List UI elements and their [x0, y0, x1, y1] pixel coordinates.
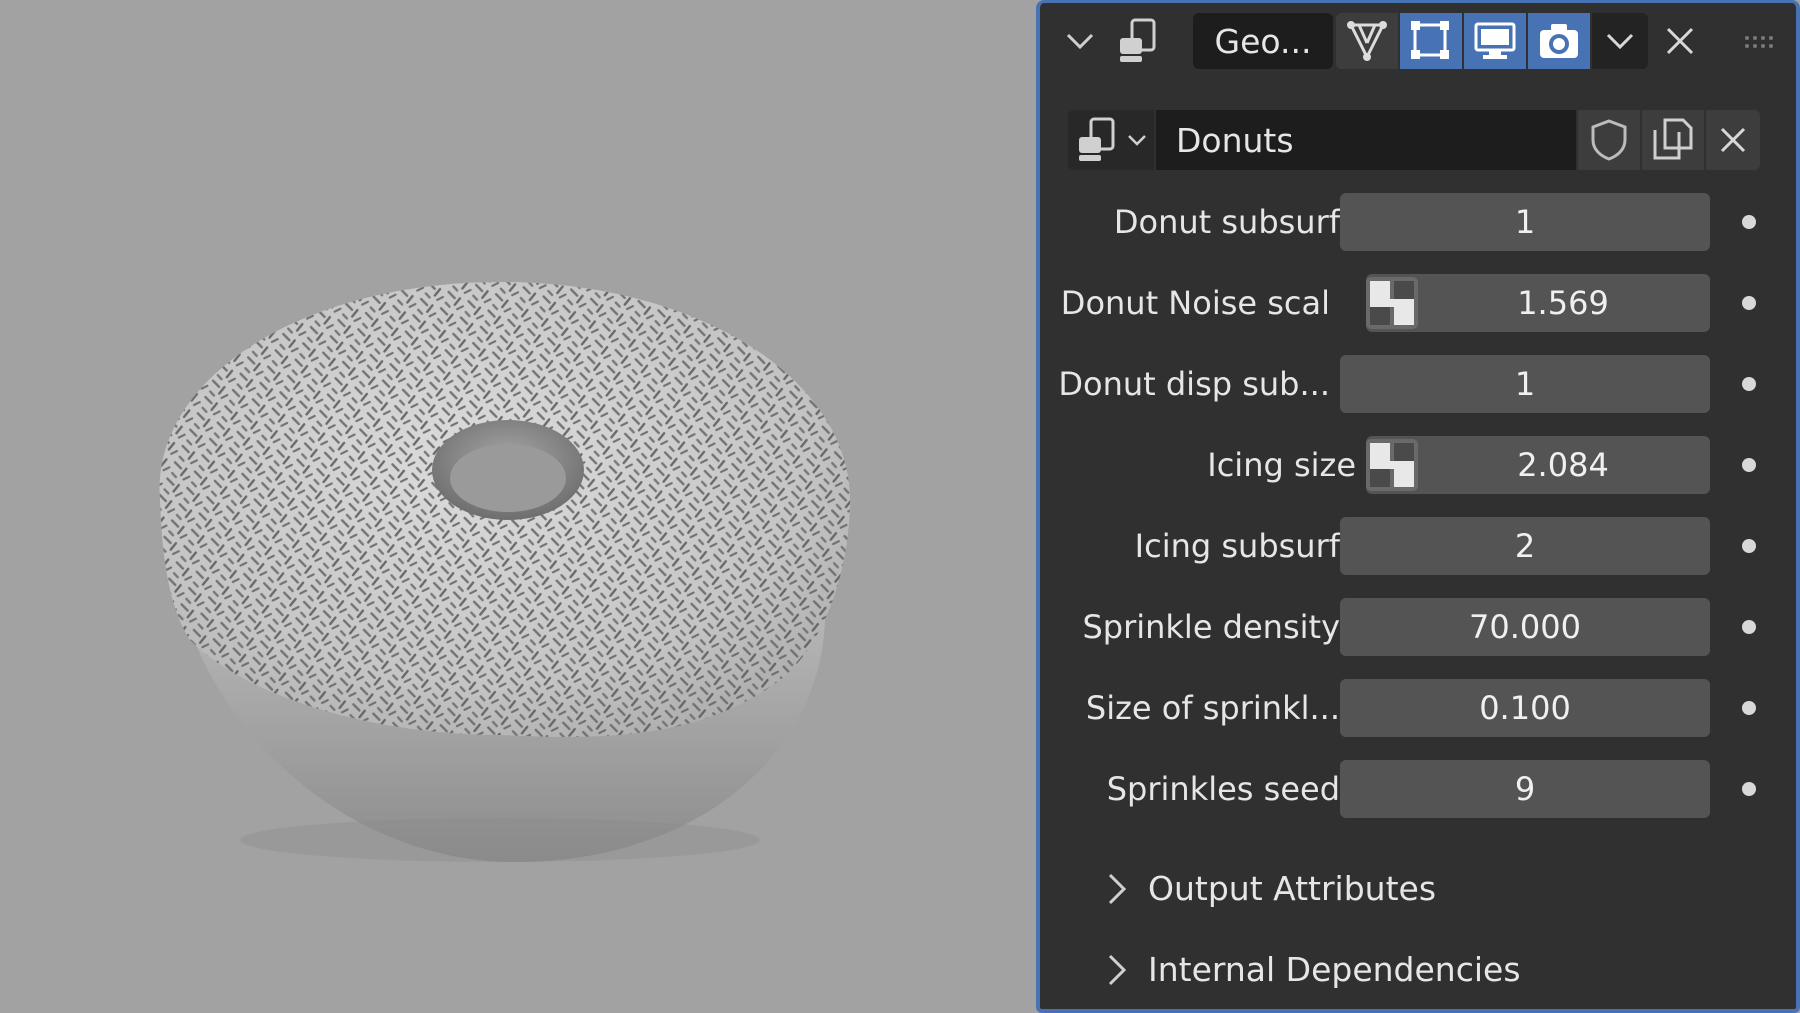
donut-subsurf-field[interactable]: 1 — [1340, 193, 1710, 251]
prop-label-donut-subsurf: Donut subsurf — [1113, 203, 1340, 241]
chevron-right-icon — [1108, 873, 1127, 904]
edit-mode-icon[interactable] — [1336, 13, 1398, 69]
viewport-display-icon[interactable] — [1464, 13, 1526, 69]
section-label: Internal Dependencies — [1148, 950, 1521, 989]
drag-handle-icon[interactable] — [1740, 27, 1780, 57]
section-label: Output Attributes — [1148, 869, 1437, 908]
prop-label-size-of-sprinkles: Size of sprinkl... — [1085, 689, 1340, 727]
shield-icon[interactable] — [1578, 110, 1640, 170]
texture-icon[interactable] — [1366, 439, 1418, 491]
chevron-down-icon[interactable] — [1062, 19, 1098, 63]
section-output-attributes[interactable]: Output Attributes — [1102, 869, 1436, 908]
modifier-toolbar — [1336, 13, 1650, 69]
close-icon[interactable] — [1706, 110, 1760, 170]
modifier-panel: Geo... Donuts Donut subsurf 1 Donut Nois… — [1036, 0, 1800, 1013]
prop-label-icing-subsurf: Icing subsurf — [1134, 527, 1340, 565]
sprinkles-seed-field[interactable]: 9 — [1340, 760, 1710, 818]
prop-label-icing-size: Icing size — [1207, 446, 1356, 484]
chevron-down-icon — [1128, 135, 1146, 146]
keyframe-dot-icon[interactable] — [1742, 539, 1756, 553]
prop-label-sprinkle-density: Sprinkle density — [1082, 608, 1340, 646]
modifier-name-field[interactable]: Geo... — [1193, 13, 1333, 69]
sprinkle-density-field[interactable]: 70.000 — [1340, 598, 1710, 656]
prop-label-donut-noise-scale: Donut Noise scal — [1060, 284, 1330, 322]
chevron-down-icon[interactable] — [1592, 13, 1648, 69]
donut-disp-sub-field[interactable]: 1 — [1340, 355, 1710, 413]
icing-subsurf-field[interactable]: 2 — [1340, 517, 1710, 575]
keyframe-dot-icon[interactable] — [1742, 782, 1756, 796]
render-camera-icon[interactable] — [1528, 13, 1590, 69]
chevron-right-icon — [1108, 954, 1127, 985]
keyframe-dot-icon[interactable] — [1742, 377, 1756, 391]
keyframe-dot-icon[interactable] — [1742, 458, 1756, 472]
keyframe-dot-icon[interactable] — [1742, 620, 1756, 634]
size-of-sprinkles-field[interactable]: 0.100 — [1340, 679, 1710, 737]
close-icon[interactable] — [1656, 17, 1704, 65]
keyframe-dot-icon[interactable] — [1742, 296, 1756, 310]
section-internal-dependencies[interactable]: Internal Dependencies — [1102, 950, 1521, 989]
on-cage-icon[interactable] — [1400, 13, 1462, 69]
duplicate-icon[interactable] — [1642, 110, 1704, 170]
node-group-type-dropdown[interactable] — [1068, 110, 1154, 170]
donut-render — [159, 282, 850, 863]
3d-viewport[interactable] — [0, 0, 1036, 1013]
properties-editor-icon[interactable] — [1110, 15, 1170, 67]
texture-icon[interactable] — [1366, 277, 1418, 329]
node-group-name-field[interactable]: Donuts — [1156, 110, 1576, 170]
keyframe-dot-icon[interactable] — [1742, 215, 1756, 229]
prop-label-donut-disp-sub: Donut disp sub... — [1058, 365, 1330, 403]
prop-label-sprinkles-seed: Sprinkles seed — [1106, 770, 1340, 808]
keyframe-dot-icon[interactable] — [1742, 701, 1756, 715]
